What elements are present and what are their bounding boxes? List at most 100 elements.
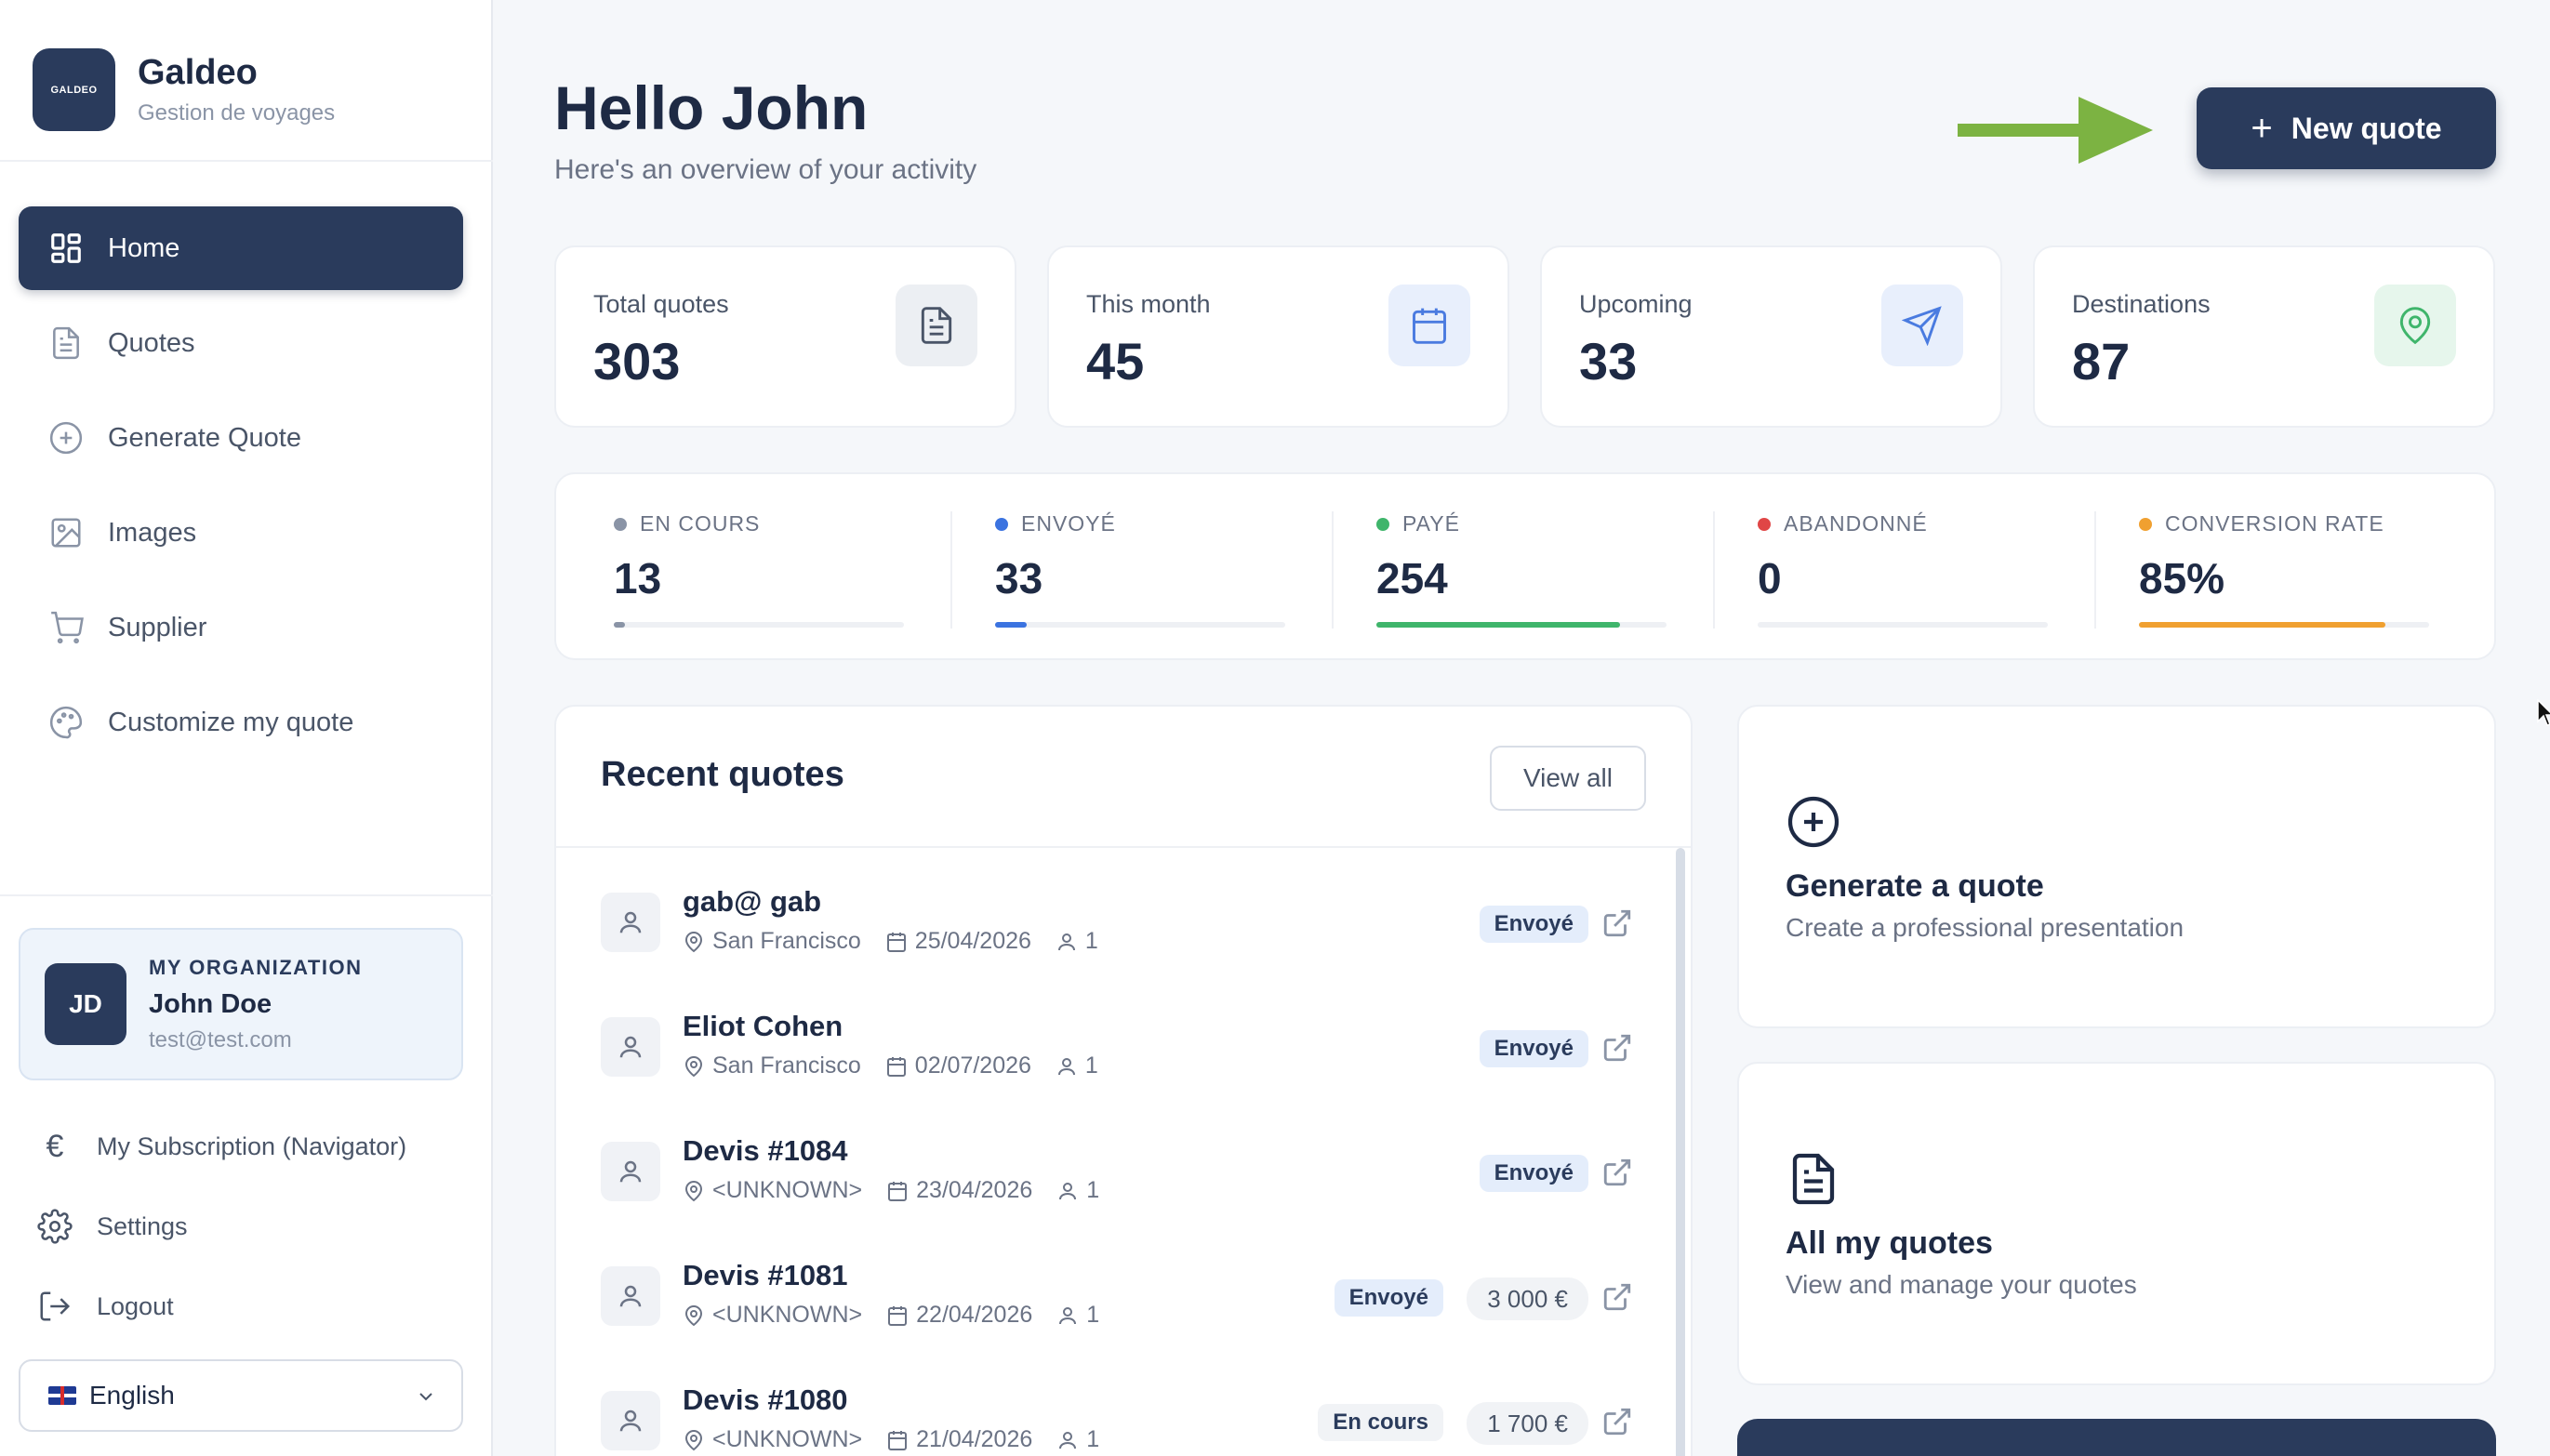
plus-circle-icon [1787,796,1839,848]
status-badge: Envoyé [1479,1155,1588,1192]
progress-track [1376,622,1667,628]
gear-icon [37,1209,73,1244]
mouse-cursor-icon [2537,699,2550,726]
quote-row[interactable]: Devis #1081 <UNKNOWN> 22/04/2026 1 Envoyé 3 0… [601,1248,1633,1350]
cart-icon [51,611,84,644]
stat-label: Total quotes [593,290,729,318]
calendar-icon [1388,285,1470,366]
user-icon [1056,1055,1085,1078]
progress-track [995,622,1285,628]
settings-link[interactable]: Settings [37,1186,406,1266]
new-quote-button[interactable]: + New quote [2197,87,2496,169]
logout-link[interactable]: Logout [37,1266,406,1346]
quote-meta: <UNKNOWN> 23/04/2026 1 [683,1177,1123,1204]
external-link-icon[interactable] [1601,1032,1633,1064]
status-abandonne: ABANDONNÉ 0 [1758,511,2092,628]
pin-icon [2374,285,2456,366]
quote-name: Devis #1084 [683,1134,848,1167]
all-quotes-card[interactable]: All my quotes View and manage your quote… [1737,1062,2496,1385]
quote-name: gab@ gab [683,885,822,918]
status-badge: En cours [1318,1404,1443,1441]
price-badge: 1 700 € [1467,1402,1588,1445]
plus-icon: + [2251,107,2273,149]
scrollbar[interactable] [1676,848,1685,1456]
quote-date: 25/04/2026 [914,928,1031,954]
sidebar-item-generate-quote[interactable]: Generate Quote [19,396,463,480]
status-dot [2139,517,2152,531]
pin-icon [683,931,712,953]
status-label: EN COURS [640,511,761,536]
status-dot [614,517,627,531]
progress-fill [2139,622,2386,628]
recent-quotes-panel: Recent quotes View all gab@ gab San Franc… [554,705,1693,1456]
divider [556,846,1691,848]
brand[interactable]: GALDEO Galdeo Gestion de voyages [33,48,335,131]
pin-icon [683,1055,712,1078]
external-link-icon[interactable] [1601,1157,1633,1188]
status-envoye: ENVOYÉ 33 [995,511,1330,628]
sidebar-item-customize[interactable]: Customize my quote [19,681,463,764]
view-all-button[interactable]: View all [1490,746,1646,811]
organization-card[interactable]: JD MY ORGANIZATION John Doe test@test.co… [19,928,463,1080]
quote-name: Devis #1081 [683,1259,848,1291]
quote-row[interactable]: Devis #1084 <UNKNOWN> 23/04/2026 1 Envoyé [601,1123,1633,1225]
document-icon [53,326,79,360]
status-conversion-rate: CONVERSION RATE 85% [2139,511,2474,628]
progress-fill [995,622,1028,628]
brand-name: Galdeo [138,53,258,92]
language-select[interactable]: English [19,1359,463,1432]
generate-quote-card[interactable]: Generate a quote Create a professional p… [1737,705,2496,1028]
subscription-label: My Subscription (Navigator) [97,1132,407,1160]
progress-fill [1376,622,1621,628]
main-content: Hello John Here's an overview of your ac… [493,0,2550,1456]
quote-name: Devis #1080 [683,1383,848,1416]
sidebar: GALDEO Galdeo Gestion de voyages Home Qu… [0,0,493,1456]
sidebar-item-images[interactable]: Images [19,491,463,575]
quote-location: San Francisco [712,928,861,954]
quote-meta: <UNKNOWN> 21/04/2026 1 [683,1426,1123,1453]
action-title: All my quotes [1786,1225,1993,1261]
grid-icon [51,233,81,263]
status-value: 13 [614,554,662,602]
status-label: PAYÉ [1402,511,1460,536]
stat-label: Upcoming [1579,290,1693,318]
user-icon [601,893,660,952]
divider [1713,511,1715,629]
stat-value: 45 [1086,332,1145,390]
quote-people: 1 [1086,1426,1100,1452]
pin-icon [683,1180,712,1202]
sidebar-item-supplier[interactable]: Supplier [19,586,463,669]
status-overview: EN COURS 13 ENVOYÉ 33 PAYÉ 254 ABANDONNÉ… [554,472,2496,660]
divider [950,511,952,629]
quote-location: San Francisco [712,1052,861,1079]
sidebar-item-label: Images [108,517,197,548]
external-link-icon[interactable] [1601,1281,1633,1313]
action-card-partial[interactable] [1737,1419,2496,1456]
action-subtitle: Create a professional presentation [1786,913,2185,942]
sidebar-item-home[interactable]: Home [19,206,463,290]
sidebar-item-label: Generate Quote [108,422,301,453]
user-email: test@test.com [149,1026,292,1052]
external-link-icon[interactable] [1601,907,1633,939]
stat-card-upcoming: Upcoming 33 [1540,245,2002,428]
plus-circle-icon [49,421,83,455]
document-icon [1792,1153,1835,1205]
quote-people: 1 [1086,1302,1100,1328]
brand-logo: GALDEO [33,48,115,131]
new-quote-label: New quote [2291,111,2442,145]
subscription-link[interactable]: € My Subscription (Navigator) [37,1106,407,1186]
status-value: 33 [995,554,1043,602]
external-link-icon[interactable] [1601,1406,1633,1437]
stat-card-this-month: This month 45 [1047,245,1509,428]
status-dot [1376,517,1389,531]
quote-people: 1 [1084,1052,1098,1079]
settings-label: Settings [97,1211,188,1240]
quote-date: 02/07/2026 [914,1052,1031,1079]
sidebar-item-label: Customize my quote [108,707,354,737]
quote-row[interactable]: Eliot Cohen San Francisco 02/07/2026 1 Envoy… [601,999,1633,1101]
quote-row[interactable]: gab@ gab San Francisco 25/04/2026 1 Envoyé [601,874,1633,976]
quote-row[interactable]: Devis #1080 <UNKNOWN> 21/04/2026 1 En cours 1… [601,1372,1633,1456]
logout-icon [40,1291,71,1321]
sidebar-item-quotes[interactable]: Quotes [19,301,463,385]
quote-location: <UNKNOWN> [712,1177,863,1203]
